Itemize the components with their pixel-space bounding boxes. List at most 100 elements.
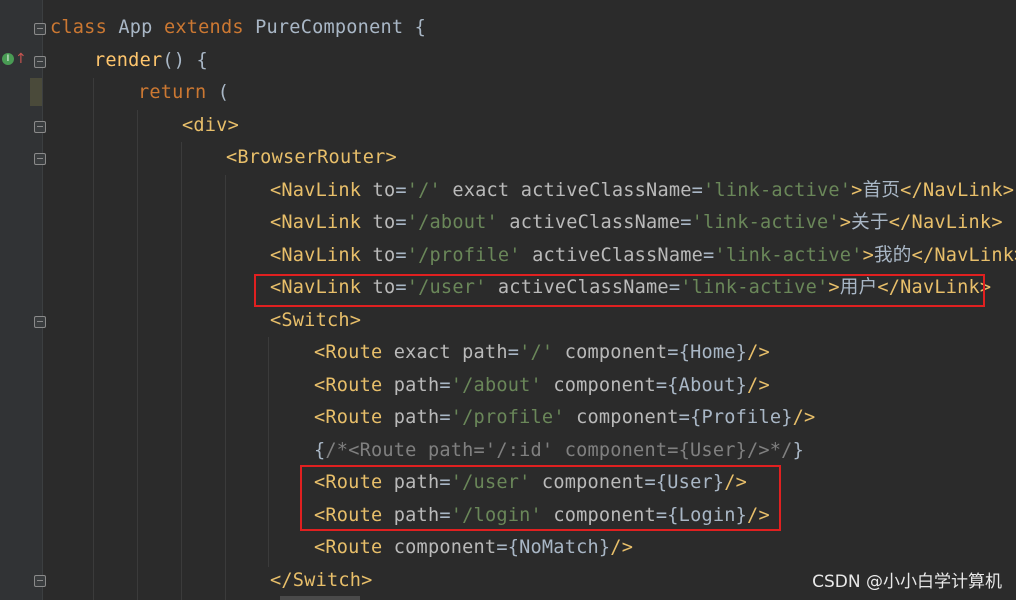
jsx-attr: activeClassName — [509, 180, 692, 201]
horizontal-scrollbar[interactable] — [280, 596, 360, 600]
override-method-icon[interactable]: I ↑ — [2, 51, 27, 68]
keyword: return — [138, 82, 207, 103]
token: ( — [206, 82, 230, 103]
token: App — [106, 17, 164, 38]
string: '/profile' — [450, 407, 565, 428]
token: = — [439, 407, 451, 428]
jsx-attr: to — [361, 212, 396, 233]
code-line: <Route path='/profile' component={Profil… — [314, 402, 815, 434]
jsx-expression: {About} — [667, 375, 748, 396]
jsx-tag: /> — [610, 537, 634, 558]
jsx-tag: </NavLink> — [888, 212, 1003, 233]
keyword: extends — [163, 17, 244, 38]
jsx-attr: path — [382, 407, 440, 428]
jsx-attr: component — [553, 342, 668, 363]
token: = — [496, 537, 508, 558]
method-name: render — [94, 50, 163, 71]
current-line-marker — [30, 78, 42, 106]
jsx-attr: path — [382, 375, 440, 396]
token: { — [314, 440, 326, 461]
token: = — [667, 342, 679, 363]
jsx-expression: {Home} — [678, 342, 748, 363]
string: 'link-active' — [691, 212, 840, 233]
code-line: <Route exact path='/' component={Home}/> — [314, 337, 770, 369]
jsx-attr: to — [361, 180, 396, 201]
token: = — [703, 245, 715, 266]
string: 'link-active' — [703, 180, 852, 201]
jsx-tag: <BrowserRouter> — [226, 147, 397, 168]
jsx-attr: activeClassName — [497, 212, 681, 233]
jsx-tag: > — [862, 245, 874, 266]
jsx-tag: </NavLink> — [911, 245, 1016, 266]
jsx-tag: <NavLink — [270, 180, 362, 201]
code-line: </Switch> — [270, 565, 373, 597]
jsx-tag: > — [839, 212, 852, 233]
string: '/profile' — [406, 245, 521, 266]
up-arrow-icon: ↑ — [15, 51, 27, 67]
jsx-expression: {NoMatch} — [507, 537, 611, 558]
token: = — [691, 180, 704, 201]
jsx-tag: </Switch> — [270, 570, 373, 591]
jsx-tag: </NavLink> — [900, 180, 1015, 201]
string: 'link-active' — [714, 245, 863, 266]
code-line: {/*<Route path='/:id' component={User}/>… — [314, 435, 804, 467]
code-line: return ( — [138, 77, 229, 109]
fold-marker-icon[interactable] — [34, 153, 46, 165]
token: = — [439, 375, 451, 396]
jsx-tag: /> — [792, 407, 816, 428]
jsx-attr: exact — [382, 342, 451, 363]
jsx-tag: <div> — [182, 115, 239, 136]
token: = — [395, 180, 407, 201]
jsx-expression: {Profile} — [690, 407, 793, 428]
fold-marker-icon[interactable] — [34, 121, 46, 133]
jsx-attr: component — [564, 407, 679, 428]
string: '/about' — [406, 212, 498, 233]
jsx-tag: <NavLink — [270, 212, 362, 233]
jsx-attr: path — [450, 342, 508, 363]
jsx-tag: /> — [747, 342, 770, 363]
code-line: <NavLink to='/about' activeClassName='li… — [270, 207, 1003, 239]
fold-marker-icon[interactable] — [34, 56, 46, 68]
jsx-tag: <Route — [314, 407, 383, 428]
jsx-attr: activeClassName — [520, 245, 704, 266]
token: () { — [162, 50, 208, 71]
token: PureComponent { — [243, 17, 427, 38]
jsx-attr: component — [382, 537, 497, 558]
line-gutter — [0, 0, 28, 600]
highlight-box — [300, 465, 781, 531]
code-line: <NavLink to='/' exact activeClassName='l… — [270, 175, 1014, 207]
token: = — [507, 342, 520, 363]
token: = — [655, 375, 668, 396]
fold-marker-icon[interactable] — [34, 316, 46, 328]
string: '/about' — [450, 375, 542, 396]
jsx-tag: <Switch> — [270, 310, 362, 331]
token: = — [395, 245, 407, 266]
code-line: <Route component={NoMatch}/> — [314, 532, 633, 564]
code-line: <Route path='/about' component={About}/> — [314, 370, 770, 402]
fold-marker-icon[interactable] — [34, 575, 46, 587]
jsx-text: 首页 — [862, 180, 901, 201]
jsx-text: 我的 — [873, 245, 912, 266]
token: = — [678, 407, 691, 428]
code-line: <NavLink to='/profile' activeClassName='… — [270, 240, 1016, 272]
string: '/' — [406, 180, 441, 201]
code-line: <div> — [182, 110, 239, 142]
token: = — [395, 212, 407, 233]
string: '/' — [519, 342, 554, 363]
jsx-tag: > — [851, 180, 863, 201]
watermark: CSDN @小小白学计算机 — [812, 572, 1002, 592]
highlight-box — [254, 274, 985, 307]
gutter-separator — [42, 0, 43, 600]
jsx-text: 关于 — [851, 212, 889, 233]
code-line: <BrowserRouter> — [226, 142, 397, 174]
fold-marker-icon[interactable] — [34, 23, 46, 35]
jsx-attr: to — [361, 245, 396, 266]
jsx-tag: <Route — [314, 375, 383, 396]
code-line: class App extends PureComponent { — [50, 12, 426, 44]
jsx-attr: component — [541, 375, 656, 396]
code-line: render() { — [94, 45, 208, 77]
comment: /*<Route path='/:id' component={User}/>*… — [325, 440, 793, 461]
implements-icon: I — [2, 53, 14, 65]
token: = — [680, 212, 692, 233]
token: } — [792, 440, 804, 461]
